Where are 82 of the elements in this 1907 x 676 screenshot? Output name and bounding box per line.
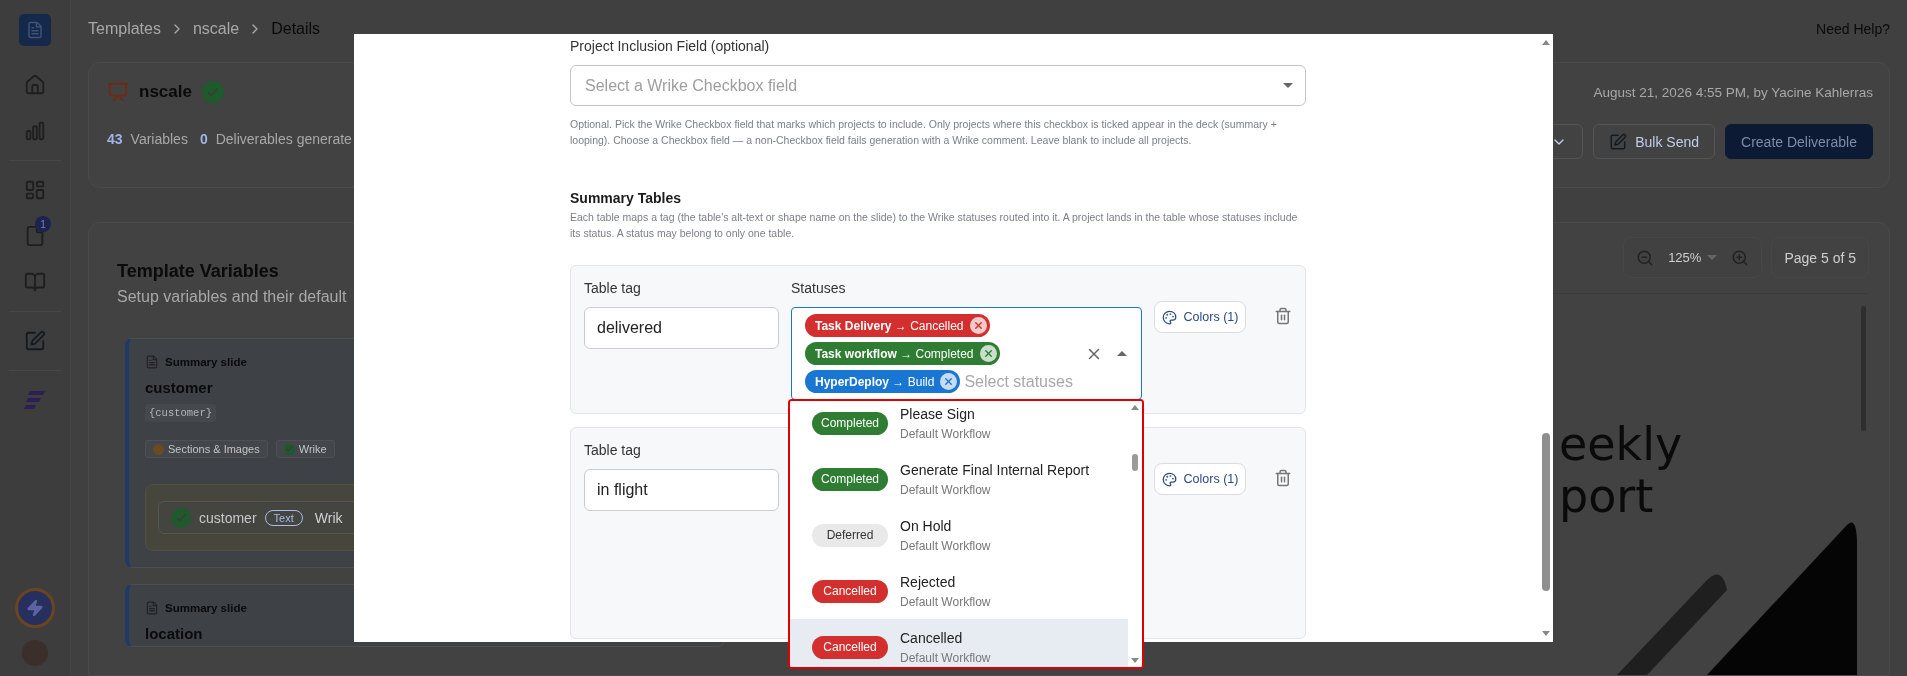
page-indicator: Page 5 of 5 [1771,237,1869,278]
option-name: Rejected [900,573,957,590]
variable-name: customer [145,379,214,396]
slide-icon [145,601,159,615]
field-help: Optional. Pick the Wrike Checkbox field that marks which projects to include. Only projects where this checkbox is ticked appear in the deck (summary + looping). Choose a Checkbox field — a non-Checkbox field fails generation with a Wrike comment. Leave blank to include all projects. [570,117,1278,148]
chip-label: Task workflow → Completed [815,346,974,361]
colors-button[interactable]: Colors (1) [1154,463,1246,495]
check-icon [283,443,295,455]
bar-chart-icon [24,120,46,142]
section-label: Summary slide [165,602,247,614]
option-workflow: Default Workflow [900,538,991,553]
updated-text: August 21, 2026 4:55 PM, by Yacine Kahlerras [1593,85,1873,100]
presentation-icon [107,81,129,103]
mapping-source: Wrik [314,509,343,526]
trash-icon [1274,469,1292,487]
option-workflow: Default Workflow [900,482,992,497]
variable-token: {customer} [145,404,216,422]
variable-name: location [145,625,204,642]
mapping-name: customer [199,509,257,526]
pen-icon [1609,132,1628,151]
remove-chip-button[interactable] [969,317,987,334]
close-icon [982,348,994,359]
chip-label: Task Delivery → Cancelled [815,318,964,333]
close-icon [972,320,984,331]
lightning-icon [26,599,44,617]
remove-chip-button[interactable] [940,373,958,390]
stat-count: 43 [107,131,123,147]
slide-title: port [1559,470,1654,522]
option-name: On Hold [900,517,953,534]
template-name: nscale [139,82,192,102]
chip-label: HyperDeploy → Build [815,374,935,389]
option-name: Cancelled [900,629,964,646]
colors-button[interactable]: Colors (1) [1154,301,1246,333]
tag-label: Sections & Images [168,443,260,455]
trash-icon [1274,307,1292,325]
brand-icon [24,390,46,410]
panel-subtitle: Setup variables and their default [117,288,347,306]
close-icon [943,376,955,387]
option-workflow: Default Workflow [900,594,991,609]
status-badge: Deferred [812,523,888,547]
field-label: Project Inclusion Field (optional) [570,38,771,55]
option-name: Generate Final Internal Report [900,461,1090,478]
caret-up-icon[interactable] [1117,351,1127,356]
section-title: Summary Tables [570,190,682,206]
field-label: Table tag [584,442,642,459]
status-badge: Cancelled [812,579,888,603]
status-badge: Cancelled [812,635,888,659]
list-scrollbar[interactable] [1128,401,1142,667]
stat-label: Variables [130,131,188,147]
slide-title: eekly [1559,418,1684,470]
delete-icon[interactable] [1274,469,1292,487]
remove-chip-button[interactable] [979,345,997,362]
breadcrumb-link[interactable]: nscale [192,20,240,38]
tag-label: Wrike [298,443,327,455]
app-logo[interactable] [19,14,51,46]
stat-label: Deliverables generate [215,131,352,147]
option-workflow: Default Workflow [900,650,991,665]
option-workflow: Default Workflow [900,426,991,441]
bulk-send-button[interactable]: Bulk Send [1593,124,1716,159]
zoom-in-icon[interactable] [1731,248,1750,267]
zoom-out-icon[interactable] [1636,248,1655,267]
status-badge: Completed [812,467,888,491]
document-icon [26,21,44,39]
notification-badge: 1 [35,216,51,232]
status-option[interactable]: Cancelled Cancelled Default Workflow [790,619,1128,667]
field-label: Table tag [584,280,642,297]
slide-icon [145,355,159,369]
option-name: Please Sign [900,405,976,422]
stat-count: 0 [199,131,208,147]
table-tag-input[interactable]: in flight [584,469,779,511]
section-description: Each table maps a tag (the table's alt-text or shape name on the slide) to the Wrike statuses routed into it. A project lands in the table whose statuses include its status. A status may belong to only one table. [570,210,1299,241]
table-tag-input[interactable]: delivered [584,307,779,349]
field-label: Statuses [791,280,847,297]
statuses-select[interactable]: Task Delivery → Cancelled Task workflow → Completed HyperDeploy → Build Select statuses [791,307,1142,400]
lightning-button[interactable] [15,588,55,628]
section-label: Summary slide [165,356,247,368]
status-badge: Completed [812,411,888,435]
breadcrumb-link[interactable]: Templates [88,20,161,38]
panel-title: Template Variables [117,261,280,282]
delete-icon[interactable] [1274,307,1292,325]
zoom-select[interactable]: 125% [1668,250,1718,265]
create-deliverable-button[interactable]: Create Deliverable [1725,124,1873,159]
